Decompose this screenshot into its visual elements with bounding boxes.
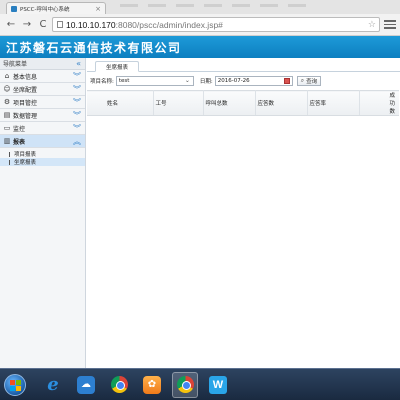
expand-chevron-icon[interactable]: ︾ <box>73 123 81 134</box>
browser-tab-title: PSCC-呼叫中心系统 <box>20 6 70 13</box>
sidebar-item-label: 坐席配置 <box>13 86 38 94</box>
sidebar: 导航菜单 « ⌂ 基本信息 ︾ ☺ 坐席配置 ︾ ⚙ 项目管控 ︾ ▤ 数据管理… <box>0 58 86 368</box>
company-name: 江苏磐石云通信技术有限公司 <box>6 40 182 55</box>
chrome-active-taskbar-button[interactable] <box>172 371 198 398</box>
address-bar[interactable]: 10.10.10.170:8080/pscc/admin/index.jsp# … <box>52 17 380 32</box>
filter-bar: 项目名称: test ⌄ 日期: 2016-07-26 ⌕ 查询 <box>87 72 400 90</box>
monitor-icon: ▭ <box>3 124 11 132</box>
windows-logo-icon <box>10 379 15 385</box>
cloud-icon: ☁ <box>77 375 95 394</box>
project-name-label: 项目名称: <box>90 79 114 85</box>
browser-menu-icon[interactable] <box>384 18 396 32</box>
content-tabs: 坐席报表 <box>87 58 400 72</box>
sidebar-item-label: 监控 <box>13 125 26 133</box>
expand-chevron-icon[interactable]: ︾ <box>73 97 81 108</box>
orange-app-taskbar-button[interactable]: ✿ <box>139 372 165 398</box>
data-icon: ▤ <box>3 111 11 119</box>
forward-arrow-icon[interactable]: → <box>20 18 34 32</box>
bullet-bar-icon <box>9 159 10 165</box>
windows-logo-icon <box>16 379 21 385</box>
tab-agent-report[interactable]: 坐席报表 <box>95 61 140 72</box>
sidebar-title: 导航菜单 <box>3 61 28 68</box>
chart-icon: ▥ <box>3 137 11 145</box>
column-header-success[interactable]: 成功数 <box>359 90 399 116</box>
agent-icon: ☺ <box>3 85 11 93</box>
search-icon: ⌕ <box>300 77 305 84</box>
chrome-icon <box>110 376 128 393</box>
windows-logo-icon <box>16 385 21 391</box>
chrome-taskbar-button[interactable] <box>106 372 132 398</box>
date-label: 日期: <box>199 79 213 85</box>
collapse-left-icon[interactable]: « <box>76 59 81 68</box>
w-app-taskbar-button[interactable]: W <box>205 372 231 398</box>
bullet-bar-icon <box>9 151 10 157</box>
sidebar-item-project-control[interactable]: ⚙ 项目管控 ︾ <box>0 96 85 109</box>
url-text: 10.10.10.170:8080/pscc/admin/index.jsp# <box>66 19 223 30</box>
site-favicon-icon <box>11 5 17 12</box>
sidebar-item-label: 基本信息 <box>13 73 38 81</box>
agent-report-table: 姓名 工号 呼叫总数 应答数 应答率 成功数 <box>87 90 399 116</box>
submenu-item-agent-report[interactable]: 坐席报表 <box>0 158 85 166</box>
settings-icon: ⚙ <box>3 98 11 106</box>
expand-chevron-icon[interactable]: ︾ <box>73 84 81 95</box>
submenu-item-label: 项目报表 <box>14 152 37 158</box>
reload-icon[interactable]: C <box>36 18 50 32</box>
sidebar-item-label: 报表 <box>13 138 26 146</box>
submenu-item-project-report[interactable]: 项目报表 <box>0 150 85 158</box>
page-icon <box>57 21 63 28</box>
date-input-value: 2016-07-26 <box>217 78 250 84</box>
calendar-icon[interactable] <box>283 78 290 84</box>
chrome-active-icon <box>176 376 194 393</box>
back-arrow-icon[interactable]: ← <box>4 18 18 32</box>
expand-chevron-icon[interactable]: ︾ <box>73 110 81 121</box>
sidebar-item-monitor[interactable]: ▭ 监控 ︾ <box>0 122 85 135</box>
ie-taskbar-button[interactable]: e <box>40 372 66 398</box>
submenu-item-label: 坐席报表 <box>14 160 37 166</box>
table-header-row: 姓名 工号 呼叫总数 应答数 应答率 成功数 <box>87 90 399 116</box>
windows-logo-icon <box>10 385 15 391</box>
browser-toolbar: ← → C 10.10.10.170:8080/pscc/admin/index… <box>0 14 400 36</box>
cloud-taskbar-button[interactable]: ☁ <box>73 372 99 398</box>
app-header: 江苏磐石云通信技术有限公司 <box>0 36 400 58</box>
sidebar-item-reports[interactable]: ▥ 报表 ︽ <box>0 135 85 148</box>
sidebar-item-basic-info[interactable]: ⌂ 基本信息 ︾ <box>0 70 85 83</box>
orange-app-icon: ✿ <box>143 375 161 394</box>
project-select-value: test <box>118 78 130 84</box>
browser-tabstrip: PSCC-呼叫中心系统 × <box>0 0 400 14</box>
column-header-answer-rate[interactable]: 应答率 <box>307 90 360 116</box>
sidebar-item-label: 项目管控 <box>13 99 38 107</box>
date-input[interactable]: 2016-07-26 <box>214 76 293 86</box>
column-header-answered[interactable]: 应答数 <box>255 90 308 116</box>
column-header-name[interactable]: 姓名 <box>87 90 154 116</box>
search-button[interactable]: ⌕ 查询 <box>296 76 322 86</box>
w-app-icon: W <box>209 375 227 394</box>
project-select[interactable]: test ⌄ <box>115 76 194 86</box>
sidebar-header: 导航菜单 « <box>0 58 85 70</box>
main-content: 坐席报表 项目名称: test ⌄ 日期: 2016-07-26 ⌕ 查询 姓名… <box>87 58 400 368</box>
windows-taskbar: e ☁ ✿ W <box>0 368 400 400</box>
ie-icon: e <box>47 374 59 395</box>
sidebar-item-agent-config[interactable]: ☺ 坐席配置 ︾ <box>0 83 85 96</box>
column-header-agent-id[interactable]: 工号 <box>153 90 204 116</box>
column-header-total-calls[interactable]: 呼叫总数 <box>203 90 256 116</box>
search-button-label: 查询 <box>306 79 318 85</box>
sidebar-item-label: 数据管理 <box>13 112 38 120</box>
sidebar-item-data-management[interactable]: ▤ 数据管理 ︾ <box>0 109 85 122</box>
browser-tab[interactable]: PSCC-呼叫中心系统 × <box>6 2 106 14</box>
collapse-chevron-icon[interactable]: ︽ <box>73 136 81 147</box>
bookmark-star-icon[interactable]: ☆ <box>368 20 376 30</box>
reports-submenu: 项目报表 坐席报表 <box>0 148 85 166</box>
home-icon: ⌂ <box>4 72 10 80</box>
blurred-tab-area <box>120 4 306 7</box>
expand-chevron-icon[interactable]: ︾ <box>73 71 81 82</box>
chevron-down-icon: ⌄ <box>184 77 190 84</box>
start-button[interactable] <box>4 373 26 396</box>
tab-close-icon[interactable]: × <box>95 5 101 13</box>
